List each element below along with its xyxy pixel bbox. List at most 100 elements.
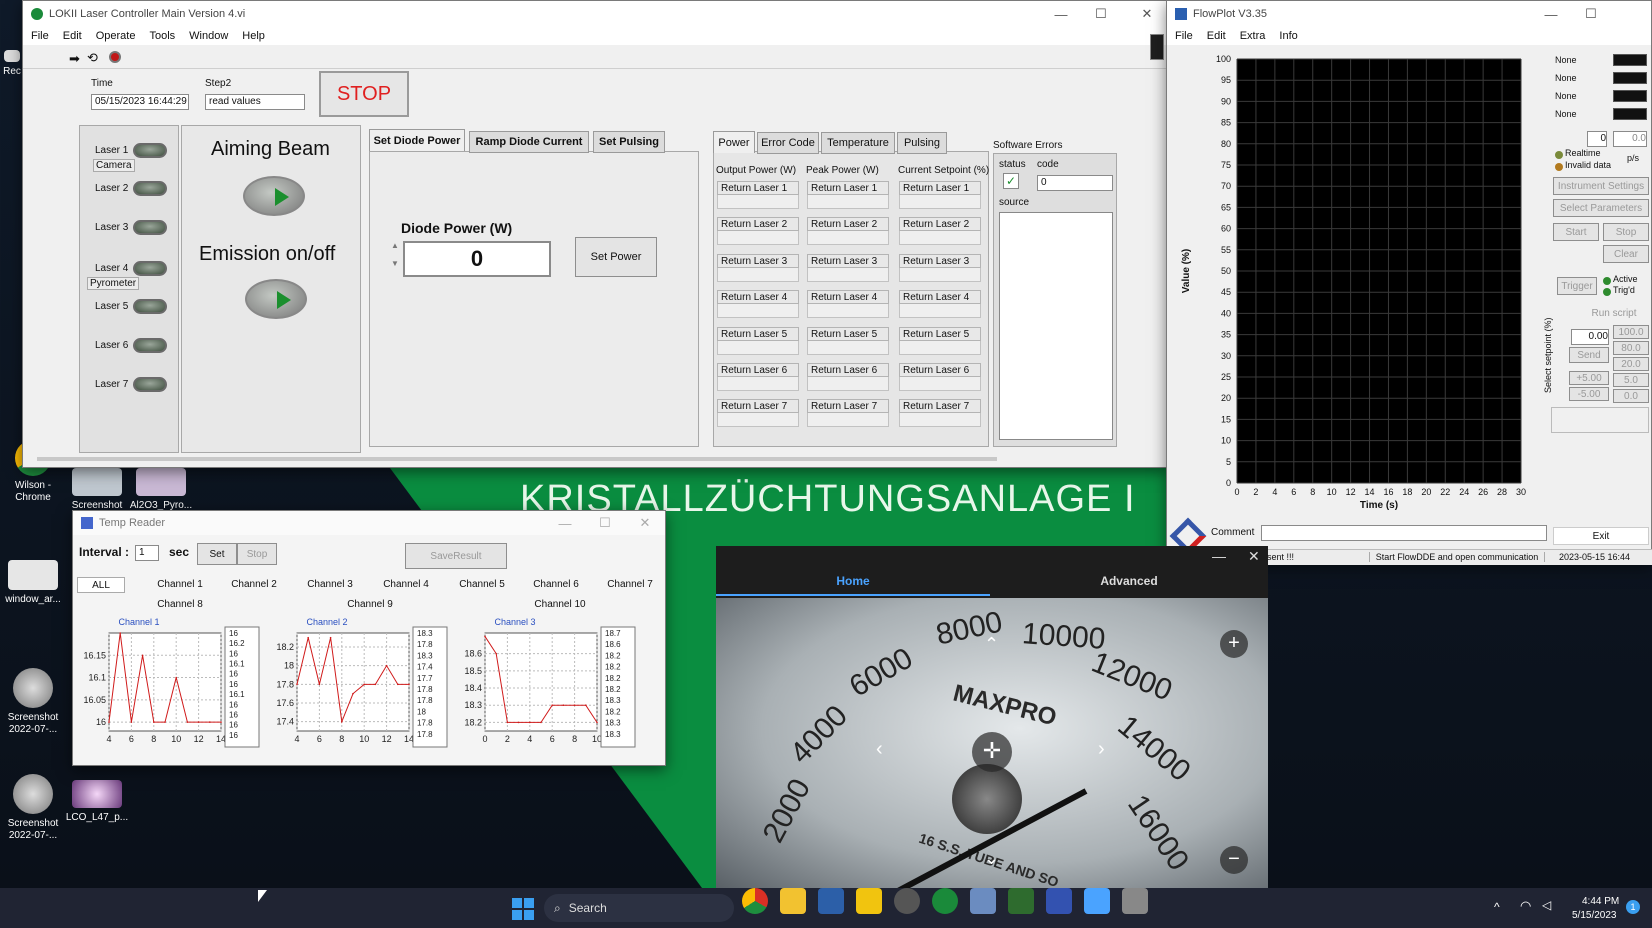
tab-error-code[interactable]: Error Code	[757, 132, 819, 154]
menu-help[interactable]: Help	[242, 30, 265, 42]
camera-close-button[interactable]: ✕	[1248, 548, 1260, 565]
temp-minimize-button[interactable]: —	[545, 511, 585, 535]
channel-tab-5[interactable]: Channel 5	[447, 577, 517, 593]
notification-badge[interactable]: 1	[1626, 900, 1640, 914]
camera-minimize-button[interactable]: —	[1212, 548, 1226, 564]
channel-tab-1[interactable]: Channel 1	[145, 577, 215, 593]
fp-start-button[interactable]: Start	[1553, 223, 1599, 241]
temp-stop-button[interactable]: Stop	[237, 543, 277, 565]
fp-stop-button[interactable]: Stop	[1603, 223, 1649, 241]
desktop-icon-pyro[interactable]: Al2O3_Pyro...	[124, 468, 198, 512]
diode-power-spinner[interactable]: ▲ ▼	[391, 237, 399, 277]
temp-close-button[interactable]: ✕	[625, 511, 665, 535]
zoom-in-button[interactable]: +	[1220, 630, 1248, 658]
pan-move-icon[interactable]: ✛	[972, 732, 1012, 772]
zoom-out-button[interactable]: −	[1220, 846, 1248, 874]
interval-input[interactable]: 1	[135, 545, 159, 561]
menu-tools[interactable]: Tools	[149, 30, 175, 42]
camera-tab-advanced[interactable]: Advanced	[990, 574, 1268, 588]
pan-right-icon[interactable]: ›	[1098, 738, 1105, 761]
legend-swatch-4[interactable]	[1613, 108, 1647, 120]
labview-taskbar-icon[interactable]	[932, 888, 958, 914]
comment-input[interactable]	[1261, 525, 1547, 541]
select-parameters-button[interactable]: Select Parameters	[1553, 199, 1649, 217]
channel-tab-row2-0[interactable]: Channel 8	[145, 597, 215, 613]
lokii-hscroll[interactable]	[37, 457, 997, 461]
minus-five-button[interactable]: -5.00	[1569, 387, 1609, 401]
fp-clear-button[interactable]: Clear	[1603, 245, 1649, 263]
laser-4-switch[interactable]	[133, 261, 167, 276]
pan-up-icon[interactable]: ⌃	[984, 634, 999, 655]
legend-swatch-2[interactable]	[1613, 72, 1647, 84]
laser-6-switch[interactable]	[133, 338, 167, 353]
desktop-icon-recycle[interactable]: Rec	[0, 50, 24, 78]
preset-80-button[interactable]: 80.0	[1613, 341, 1649, 355]
preset-20-button[interactable]: 20.0	[1613, 357, 1649, 371]
preset-5-button[interactable]: 5.0	[1613, 373, 1649, 387]
fp-menu-file[interactable]: File	[1175, 30, 1193, 42]
lokii-minimize-button[interactable]: —	[1041, 1, 1081, 27]
start-button[interactable]	[512, 898, 534, 920]
set-power-button[interactable]: Set Power	[575, 237, 657, 277]
abort-icon[interactable]	[109, 51, 121, 63]
fp-menu-edit[interactable]: Edit	[1207, 30, 1226, 42]
wifi-icon[interactable]: ◠	[1520, 898, 1531, 914]
temp-set-button[interactable]: Set	[197, 543, 237, 565]
camera-tab-home[interactable]: Home	[716, 574, 990, 588]
fp-exit-button[interactable]: Exit	[1553, 527, 1649, 545]
desktop-icon-screenshot-gauge[interactable]: Screenshot 2022-07-...	[0, 668, 70, 736]
lokii-side-icon[interactable]	[1150, 34, 1164, 60]
save-result-button[interactable]: SaveResult	[405, 543, 507, 569]
stop-button[interactable]: STOP	[319, 71, 409, 117]
run-continuous-icon[interactable]: ⟲	[87, 50, 98, 66]
app-taskbar-icon-6[interactable]	[1084, 888, 1110, 914]
tab-ramp-diode-current[interactable]: Ramp Diode Current	[469, 131, 589, 153]
tab-set-diode-power[interactable]: Set Diode Power	[369, 129, 465, 151]
plus-five-button[interactable]: +5.00	[1569, 371, 1609, 385]
laser-7-switch[interactable]	[133, 377, 167, 392]
menu-operate[interactable]: Operate	[96, 30, 136, 42]
aiming-beam-button[interactable]	[243, 176, 305, 216]
taskbar-time[interactable]: 4:44 PM	[1582, 896, 1619, 907]
tab-power[interactable]: Power	[713, 131, 755, 153]
pan-down-icon[interactable]: ⌄	[984, 848, 999, 869]
channel-tab-2[interactable]: Channel 2	[219, 577, 289, 593]
channel-tab-6[interactable]: Channel 6	[521, 577, 591, 593]
fp-menu-extra[interactable]: Extra	[1240, 30, 1266, 42]
lokii-maximize-button[interactable]: ☐	[1081, 1, 1121, 27]
fp-spin-field[interactable]: 0	[1587, 131, 1607, 147]
diode-power-input[interactable]: 0	[403, 241, 551, 277]
app-taskbar-icon-2[interactable]	[894, 888, 920, 914]
tray-chevron-icon[interactable]: ^	[1494, 900, 1500, 914]
desktop-icon-lco[interactable]: LCO_L47_p...	[60, 780, 134, 824]
lokii-close-button[interactable]: ✕	[1127, 1, 1167, 27]
instrument-settings-button[interactable]: Instrument Settings	[1553, 177, 1649, 195]
app-taskbar-icon-1[interactable]	[818, 888, 844, 914]
tab-pulsing[interactable]: Pulsing	[897, 132, 947, 154]
emission-button[interactable]	[245, 279, 307, 319]
channel-tab-3[interactable]: Channel 3	[295, 577, 365, 593]
calculator-taskbar-icon[interactable]	[1122, 888, 1148, 914]
menu-file[interactable]: File	[31, 30, 49, 42]
taskbar-search[interactable]: ⌕ Search	[544, 894, 734, 922]
taskbar-date[interactable]: 5/15/2023	[1572, 910, 1617, 921]
laser-5-switch[interactable]	[133, 299, 167, 314]
channel-tab-7[interactable]: Channel 7	[595, 577, 665, 593]
app-taskbar-icon-4[interactable]	[1008, 888, 1034, 914]
flowplot-maximize-button[interactable]: ☐	[1571, 1, 1611, 27]
run-arrow-icon[interactable]: ➡	[69, 51, 80, 67]
channel-tab-0[interactable]: ALL	[77, 577, 125, 593]
chrome-taskbar-icon[interactable]	[742, 888, 768, 914]
menu-edit[interactable]: Edit	[63, 30, 82, 42]
preset-0-button[interactable]: 0.0	[1613, 389, 1649, 403]
preset-100-button[interactable]: 100.0	[1613, 325, 1649, 339]
legend-swatch-1[interactable]	[1613, 54, 1647, 66]
desktop-icon-window[interactable]: window_ar...	[0, 560, 70, 606]
laser-1-switch[interactable]	[133, 143, 167, 158]
tab-temperature[interactable]: Temperature	[821, 132, 895, 154]
channel-tab-row2-2[interactable]: Channel 10	[525, 597, 595, 613]
laser-3-switch[interactable]	[133, 220, 167, 235]
pan-left-icon[interactable]: ‹	[876, 738, 883, 761]
explorer-taskbar-icon[interactable]	[780, 888, 806, 914]
setpoint-input[interactable]: 0.00	[1571, 329, 1609, 345]
